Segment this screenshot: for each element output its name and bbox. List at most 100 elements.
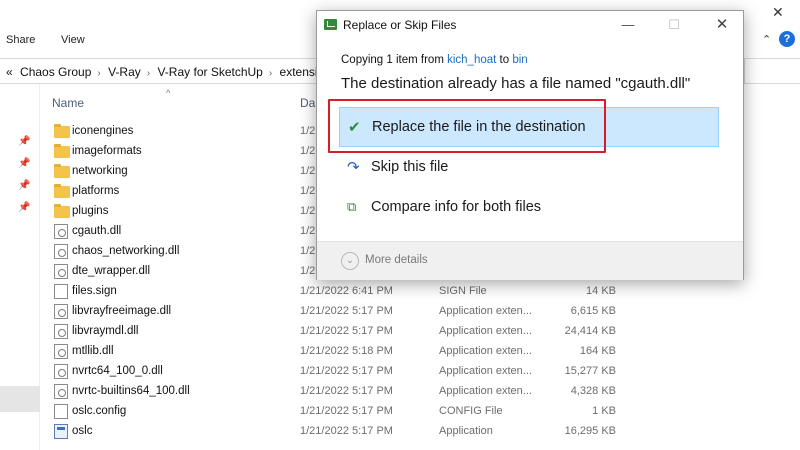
- compare-documents-icon: ⧉: [347, 199, 357, 214]
- help-icon[interactable]: ?: [779, 31, 795, 47]
- file-size: 14 KB: [586, 285, 616, 297]
- file-name: oslc: [72, 425, 93, 437]
- dll-icon: [54, 264, 68, 279]
- close-icon[interactable]: ✕: [707, 14, 737, 36]
- pin-icon[interactable]: 📌: [18, 202, 30, 213]
- file-size: 15,277 KB: [564, 365, 616, 377]
- file-type: Application: [439, 425, 493, 437]
- application-icon: [54, 424, 68, 439]
- pin-icon[interactable]: 📌: [18, 158, 30, 169]
- file-name: cgauth.dll: [72, 225, 122, 237]
- folder-icon: [54, 124, 70, 138]
- file-row[interactable]: libvraymdl.dll 1/21/2022 5:17 PM Applicati…: [50, 322, 800, 342]
- dll-icon: [54, 344, 68, 359]
- nav-selected-item[interactable]: [0, 386, 40, 412]
- file-date-modified: 1/2: [300, 165, 316, 177]
- file-date-modified: 1/21/2022 5:17 PM: [300, 325, 393, 337]
- pin-icon[interactable]: 📌: [18, 136, 30, 147]
- file-type: SIGN File: [439, 285, 487, 297]
- file-type: Application exten...: [439, 345, 532, 357]
- minimize-icon[interactable]: —: [613, 14, 643, 36]
- file-name: oslc.config: [72, 405, 127, 417]
- file-size: 1 KB: [592, 405, 616, 417]
- file-date-modified: 1/21/2022 5:18 PM: [300, 345, 393, 357]
- dll-icon: [54, 304, 68, 319]
- chevron-down-icon[interactable]: ⌄: [341, 252, 359, 270]
- copy-files-icon: [324, 19, 337, 30]
- dll-icon: [54, 324, 68, 339]
- chevron-right-icon[interactable]: ›: [97, 68, 100, 79]
- destination-folder-link[interactable]: bin: [512, 54, 527, 66]
- file-type: Application exten...: [439, 325, 532, 337]
- annotation-highlight-box: [328, 99, 606, 153]
- address-bar[interactable]: « Chaos Group › V-Ray › V-Ray for SketchUp…: [0, 58, 318, 84]
- file-row[interactable]: oslc 1/21/2022 5:17 PM Application 16,295 K…: [50, 422, 800, 442]
- breadcrumb-chaos-group[interactable]: Chaos Group: [20, 65, 91, 79]
- file-name: mtllib.dll: [72, 345, 114, 357]
- file-row[interactable]: oslc.config 1/21/2022 5:17 PM CONFIG File 1…: [50, 402, 800, 422]
- copy-status-text: Copying 1 item from kich_hoat to bin: [341, 54, 528, 66]
- search-input[interactable]: [744, 58, 800, 84]
- file-row[interactable]: files.sign 1/21/2022 6:41 PM SIGN File 14 K…: [50, 282, 800, 302]
- file-name: plugins: [72, 205, 109, 217]
- file-date-modified: 1/2: [300, 205, 316, 217]
- file-name: files.sign: [72, 285, 117, 297]
- file-date-modified: 1/21/2022 5:17 PM: [300, 385, 393, 397]
- folder-icon: [54, 204, 70, 218]
- file-type: Application exten...: [439, 305, 532, 317]
- file-date-modified: 1/2: [300, 125, 316, 137]
- more-details-toggle[interactable]: More details: [365, 254, 428, 266]
- chevron-up-icon[interactable]: ⌃: [762, 33, 771, 46]
- file-name: nvrtc64_100_0.dll: [72, 365, 163, 377]
- file-date-modified: 1/21/2022 5:17 PM: [300, 425, 393, 437]
- to-word: to: [499, 54, 510, 66]
- file-size: 6,615 KB: [570, 305, 616, 317]
- file-row[interactable]: nvrtc-builtins64_100.dll 1/21/2022 5:17 P…: [50, 382, 800, 402]
- tab-view[interactable]: View: [61, 34, 85, 46]
- folder-icon: [54, 164, 70, 178]
- conflict-message: The destination already has a file named…: [341, 75, 691, 92]
- file-date-modified: 1/21/2022 5:17 PM: [300, 305, 393, 317]
- source-folder-link[interactable]: kich_hoat: [447, 54, 496, 66]
- chevron-right-icon[interactable]: ›: [269, 68, 272, 79]
- skip-arrow-icon: ↷: [347, 159, 360, 176]
- file-name: platforms: [72, 185, 120, 197]
- file-type: Application exten...: [439, 365, 532, 377]
- file-date-modified: 1/2: [300, 185, 316, 197]
- file-date-modified: 1/2: [300, 245, 316, 257]
- compare-files-button[interactable]: ⧉ Compare info for both files: [339, 189, 719, 225]
- document-icon: [54, 404, 68, 419]
- skip-file-button[interactable]: ↷ Skip this file: [339, 149, 719, 185]
- dialog-titlebar[interactable]: Replace or Skip Files — ☐ ✕: [317, 11, 743, 39]
- column-header-date[interactable]: Da: [300, 96, 315, 110]
- file-date-modified: 1/2: [300, 265, 316, 277]
- dialog-footer: ⌄ More details: [317, 241, 743, 280]
- dll-icon: [54, 244, 68, 259]
- close-icon[interactable]: ✕: [772, 4, 784, 21]
- tab-share[interactable]: Share: [6, 34, 35, 46]
- file-name: chaos_networking.dll: [72, 245, 180, 257]
- dll-icon: [54, 384, 68, 399]
- file-size: 24,414 KB: [564, 325, 616, 337]
- dialog-title: Replace or Skip Files: [343, 18, 457, 32]
- file-name: iconengines: [72, 125, 134, 137]
- file-name: libvraymdl.dll: [72, 325, 139, 337]
- file-type: Application exten...: [439, 385, 532, 397]
- pin-icon[interactable]: 📌: [18, 180, 30, 191]
- breadcrumb-overflow-icon[interactable]: «: [6, 65, 13, 79]
- file-size: 164 KB: [579, 345, 616, 357]
- breadcrumb-vray-sketchup[interactable]: V-Ray for SketchUp: [157, 65, 262, 79]
- file-type: CONFIG File: [439, 405, 503, 417]
- file-row[interactable]: mtllib.dll 1/21/2022 5:18 PM Application e…: [50, 342, 800, 362]
- skip-file-label: Skip this file: [371, 159, 449, 175]
- chevron-right-icon[interactable]: ›: [147, 68, 150, 79]
- column-header-name[interactable]: Name: [52, 96, 84, 110]
- file-date-modified: 1/21/2022 6:41 PM: [300, 285, 393, 297]
- breadcrumb: « Chaos Group › V-Ray › V-Ray for SketchUp…: [6, 65, 322, 79]
- file-date-modified: 1/2: [300, 225, 316, 237]
- breadcrumb-extensions[interactable]: extensi: [280, 65, 318, 79]
- compare-files-label: Compare info for both files: [371, 199, 542, 215]
- file-row[interactable]: nvrtc64_100_0.dll 1/21/2022 5:17 PM Applic…: [50, 362, 800, 382]
- breadcrumb-vray[interactable]: V-Ray: [108, 65, 141, 79]
- file-row[interactable]: libvrayfreeimage.dll 1/21/2022 5:17 PM App…: [50, 302, 800, 322]
